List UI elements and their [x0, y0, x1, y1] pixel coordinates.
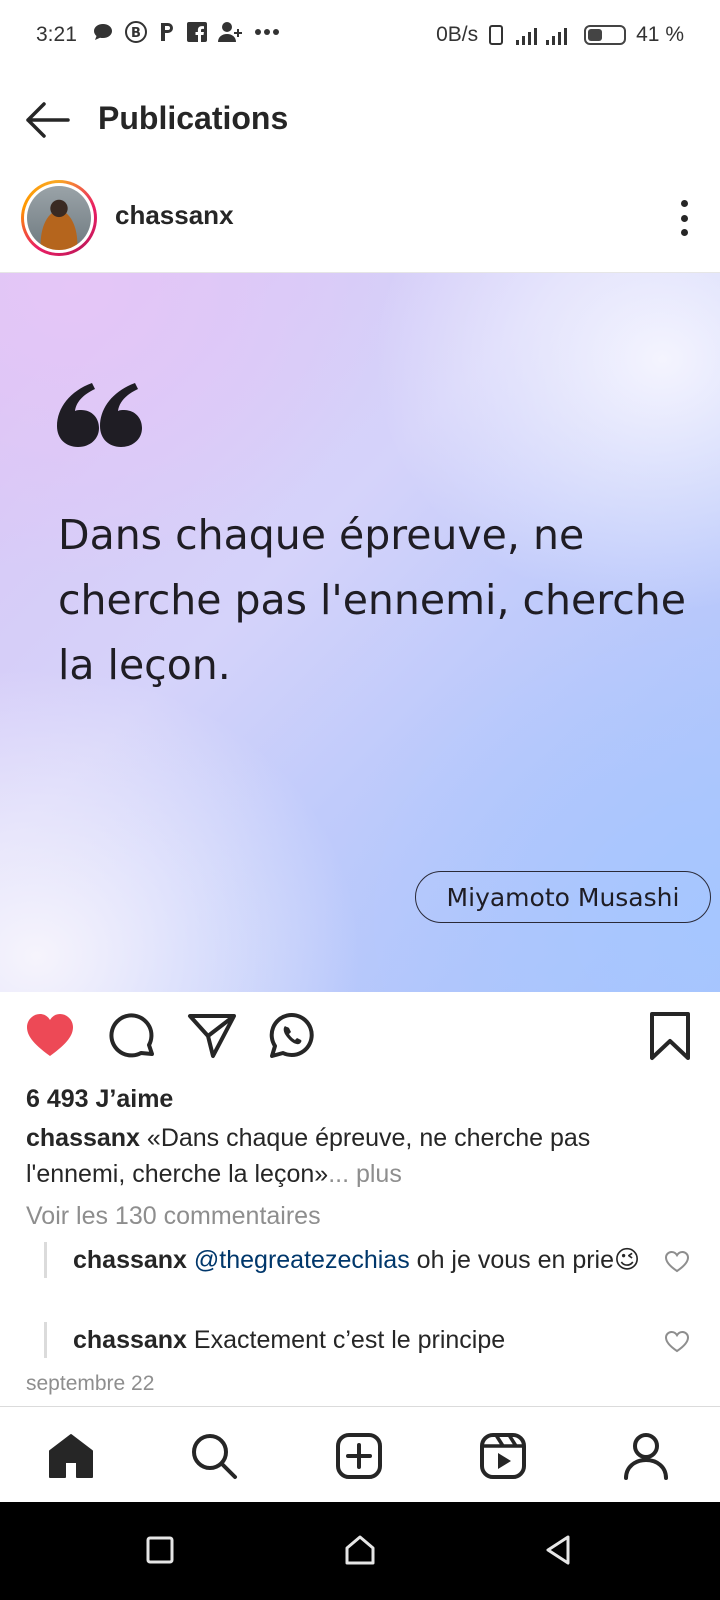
save-bookmark-icon[interactable]	[644, 1010, 696, 1062]
post-username[interactable]: chassanx	[115, 200, 234, 231]
recents-icon[interactable]	[142, 1532, 178, 1568]
add-user-icon	[218, 22, 242, 42]
status-time: 3:21	[36, 23, 77, 46]
caption-more-link[interactable]: ... plus	[328, 1160, 402, 1188]
whatsapp-icon[interactable]	[266, 1010, 318, 1062]
view-comments-link[interactable]: Voir les 130 commentaires	[26, 1202, 321, 1231]
battery-level	[588, 29, 603, 41]
signal-icon	[516, 28, 568, 45]
quote-text: Dans chaque épreuve, ne cherche pas l'en…	[58, 511, 686, 689]
comment-like-heart-icon[interactable]	[664, 1250, 690, 1274]
likes-count[interactable]: 6 493 J’aime	[26, 1085, 173, 1114]
chat-icon	[94, 24, 112, 40]
post-actions	[0, 1010, 720, 1070]
like-heart-icon[interactable]	[24, 1010, 76, 1062]
profile-icon[interactable]	[621, 1431, 671, 1481]
share-send-icon[interactable]	[186, 1010, 238, 1062]
add-post-icon[interactable]	[334, 1431, 384, 1481]
quote-mark-icon	[57, 383, 142, 447]
post-date: septembre 22	[26, 1372, 155, 1395]
facebook-icon	[187, 22, 207, 42]
comment-mention[interactable]: @thegreatezechias	[194, 1246, 410, 1274]
back-icon[interactable]	[540, 1532, 576, 1568]
p-icon	[161, 23, 173, 41]
post-header: chassanx	[0, 178, 720, 266]
page-title: Publications	[98, 100, 289, 136]
comment-like-heart-icon[interactable]	[664, 1330, 690, 1354]
comment-text: Exactement c’est le principe	[186, 1326, 506, 1354]
post-image[interactable]: Dans chaque épreuve, ne cherche pas l'en…	[0, 272, 720, 992]
more-options-icon[interactable]	[676, 200, 692, 236]
quote-author: Miyamoto Musashi	[415, 871, 711, 923]
comment-icon[interactable]	[106, 1010, 158, 1062]
search-icon[interactable]	[189, 1431, 239, 1481]
comment-item: chassanx Exactement c’est le principe	[44, 1322, 644, 1358]
reels-icon[interactable]	[478, 1431, 528, 1481]
battery-icon	[584, 25, 627, 45]
sim-icon	[489, 25, 504, 45]
notification-icons: B	[92, 20, 280, 44]
status-bar: 3:21 B 0B/s 41 %	[0, 0, 720, 70]
b-circle-icon: B	[125, 21, 147, 43]
caption-username[interactable]: chassanx	[26, 1124, 140, 1152]
home-icon[interactable]	[46, 1431, 96, 1481]
status-right: 0B/s 41 %	[436, 23, 684, 47]
battery-percent: 41 %	[636, 23, 684, 46]
comment-item: chassanx @thegreatezechias oh je vous en…	[44, 1242, 644, 1278]
avatar[interactable]	[21, 180, 97, 256]
avatar-photo	[27, 186, 91, 250]
comment-text: oh je vous en prie😉	[409, 1246, 641, 1274]
comment-username[interactable]: chassanx	[73, 1326, 187, 1354]
back-arrow-icon[interactable]	[22, 98, 72, 142]
comment-username[interactable]: chassanx	[73, 1246, 187, 1274]
home-icon[interactable]	[342, 1532, 378, 1568]
svg-text:B: B	[131, 26, 141, 41]
more-dots-icon	[255, 29, 279, 35]
system-nav-bar	[0, 1502, 720, 1600]
network-speed: 0B/s	[436, 23, 479, 46]
bottom-nav	[0, 1406, 720, 1502]
post-caption: chassanx «Dans chaque épreuve, ne cherch…	[26, 1120, 686, 1192]
